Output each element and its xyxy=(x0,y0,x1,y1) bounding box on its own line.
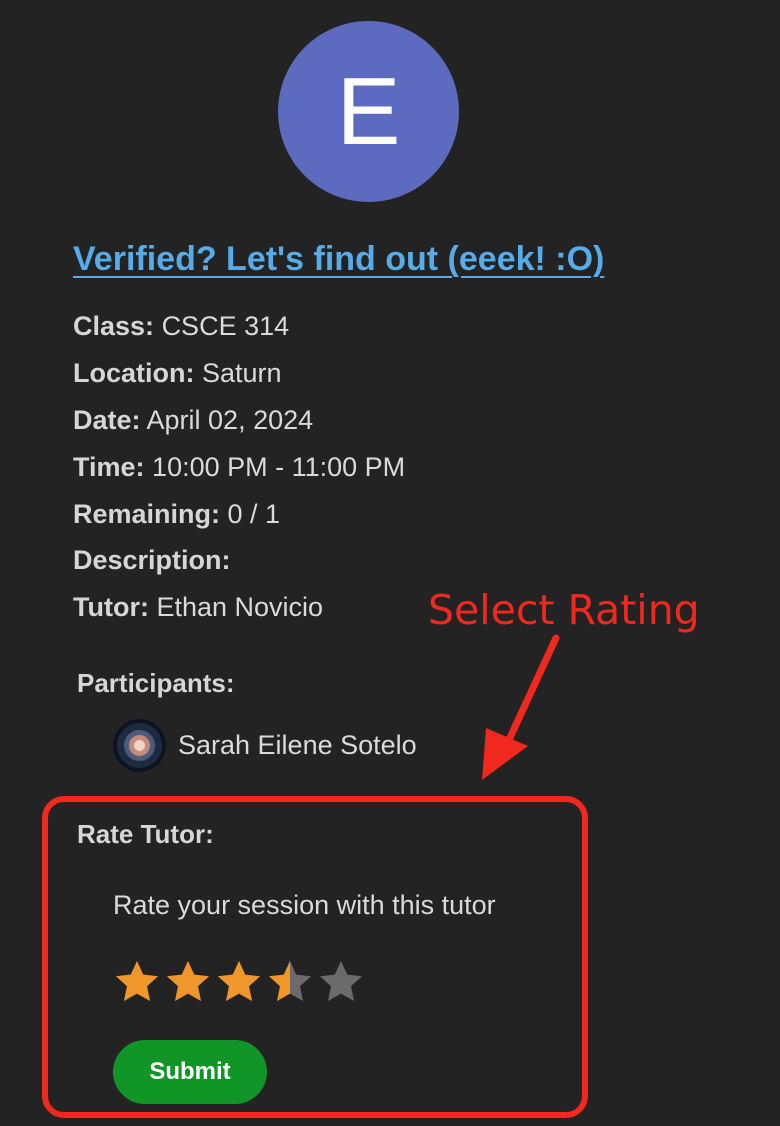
rating-prompt: Rate your session with this tutor xyxy=(113,890,496,920)
detail-tutor: Tutor: Ethan Novicio xyxy=(73,591,323,623)
detail-time-key: Time: xyxy=(73,452,145,482)
annotation-arrow-icon xyxy=(482,634,560,780)
detail-time: Time: 10:00 PM - 11:00 PM xyxy=(73,451,405,483)
participant-name: Sarah Eilene Sotelo xyxy=(178,729,417,760)
detail-date-value: April 02, 2024 xyxy=(146,405,314,435)
participant-item[interactable]: Sarah Eilene Sotelo xyxy=(113,718,417,772)
detail-remaining-key: Remaining: xyxy=(73,499,221,529)
star-icon[interactable] xyxy=(113,958,161,1006)
avatar-letter: E xyxy=(336,57,401,165)
detail-location: Location: Saturn xyxy=(73,357,282,389)
star-icon[interactable] xyxy=(266,958,314,1006)
session-avatar: E xyxy=(278,21,459,202)
star-icon[interactable] xyxy=(215,958,263,1006)
session-title-link[interactable]: Verified? Let's find out (eeek! :O) xyxy=(73,240,604,279)
submit-button[interactable]: Submit xyxy=(113,1040,267,1104)
detail-tutor-key: Tutor: xyxy=(73,592,149,622)
participant-avatar xyxy=(113,718,166,772)
detail-description: Description: xyxy=(73,544,231,576)
detail-time-value: 10:00 PM - 11:00 PM xyxy=(152,452,406,482)
star-icon[interactable] xyxy=(317,958,365,1006)
detail-class: Class: CSCE 314 xyxy=(73,310,289,342)
detail-class-key: Class: xyxy=(73,311,155,341)
star-icon[interactable] xyxy=(164,958,212,1006)
detail-remaining-value: 0 / 1 xyxy=(227,499,281,529)
detail-tutor-value: Ethan Novicio xyxy=(156,592,324,622)
detail-remaining: Remaining: 0 / 1 xyxy=(73,498,280,530)
detail-date-key: Date: xyxy=(73,405,141,435)
star-rating[interactable] xyxy=(113,958,365,1006)
detail-class-value: CSCE 314 xyxy=(161,311,290,341)
detail-description-key: Description: xyxy=(73,545,231,575)
detail-location-key: Location: xyxy=(73,358,195,388)
rate-tutor-heading: Rate Tutor: xyxy=(77,819,214,849)
select-rating-annotation: Select Rating xyxy=(428,586,700,634)
detail-location-value: Saturn xyxy=(202,358,282,388)
participants-heading: Participants: xyxy=(77,668,235,698)
detail-date: Date: April 02, 2024 xyxy=(73,404,313,436)
session-detail-page: E Verified? Let's find out (eeek! :O) Cl… xyxy=(0,0,780,1126)
